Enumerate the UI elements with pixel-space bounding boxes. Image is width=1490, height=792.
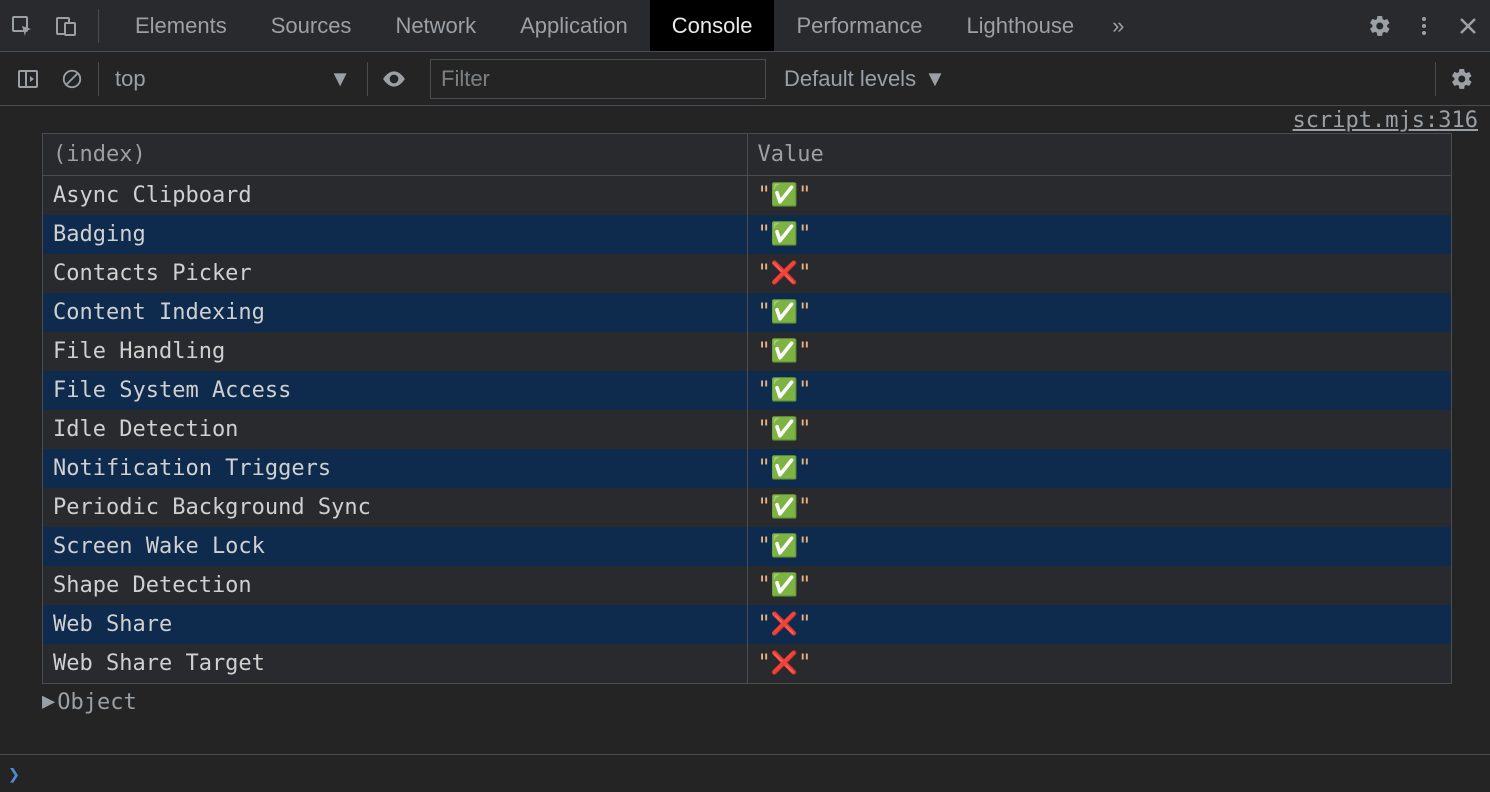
table-row[interactable]: Periodic Background Sync"✅" (43, 488, 1451, 527)
filter-input[interactable] (430, 59, 766, 99)
cell-index: Notification Triggers (43, 449, 747, 488)
cell-index: Content Indexing (43, 293, 747, 332)
clear-console-button[interactable] (50, 52, 94, 105)
tab-network[interactable]: Network (373, 0, 498, 51)
source-file: script.mjs (1293, 108, 1425, 133)
table-row[interactable]: Notification Triggers"✅" (43, 449, 1451, 488)
cell-index: Idle Detection (43, 410, 747, 449)
object-label: Object (57, 690, 136, 715)
divider (367, 62, 368, 96)
cell-index: File System Access (43, 371, 747, 410)
settings-button[interactable] (1358, 0, 1402, 52)
tab-label: Console (672, 13, 753, 39)
table-row[interactable]: Idle Detection"✅" (43, 410, 1451, 449)
cell-index: Web Share (43, 605, 747, 644)
cell-index: Screen Wake Lock (43, 527, 747, 566)
inspect-element-icon[interactable] (0, 0, 44, 52)
dots-vertical-icon (1412, 14, 1436, 38)
cell-value: "❌" (747, 254, 1451, 293)
tab-label: Sources (271, 13, 352, 39)
tab-label: Network (395, 13, 476, 39)
ban-icon (61, 68, 83, 90)
close-icon (1458, 16, 1478, 36)
object-expander[interactable]: ▶ Object (42, 690, 1452, 715)
cell-index: Async Clipboard (43, 176, 747, 216)
cell-index: Shape Detection (43, 566, 747, 605)
execution-context-selector[interactable]: top ▼ (103, 60, 363, 98)
cell-index: Web Share Target (43, 644, 747, 683)
chevron-down-icon: ▼ (924, 66, 946, 92)
toggle-console-sidebar-button[interactable] (6, 52, 50, 105)
more-tabs-button[interactable]: » (1096, 0, 1140, 51)
table-row[interactable]: File Handling"✅" (43, 332, 1451, 371)
table-row[interactable]: Badging"✅" (43, 215, 1451, 254)
cell-value: "✅" (747, 293, 1451, 332)
console-settings-button[interactable] (1440, 52, 1484, 105)
cell-value: "✅" (747, 332, 1451, 371)
console-body: script.mjs:316 (index) Value Async Clipb… (0, 106, 1490, 715)
console-table: (index) Value Async Clipboard"✅"Badging"… (42, 133, 1452, 684)
cell-value: "✅" (747, 371, 1451, 410)
cell-value: "✅" (747, 410, 1451, 449)
tab-label: Elements (135, 13, 227, 39)
gear-icon (1450, 67, 1474, 91)
tab-label: Application (520, 13, 628, 39)
tab-console[interactable]: Console (650, 0, 775, 51)
tab-label: Lighthouse (966, 13, 1074, 39)
live-expression-button[interactable] (372, 52, 416, 105)
col-value[interactable]: Value (747, 134, 1451, 176)
source-line: 316 (1438, 108, 1478, 133)
tab-application[interactable]: Application (498, 0, 650, 51)
table-row[interactable]: Contacts Picker"❌" (43, 254, 1451, 293)
tab-sources[interactable]: Sources (249, 0, 374, 51)
cell-value: "✅" (747, 215, 1451, 254)
cell-value: "✅" (747, 566, 1451, 605)
triangle-right-icon: ▶ (42, 689, 55, 714)
cell-value: "❌" (747, 605, 1451, 644)
console-toolbar: top ▼ Default levels ▼ (0, 52, 1490, 106)
console-prompt[interactable]: ❯ (0, 754, 1490, 792)
table-row[interactable]: Async Clipboard"✅" (43, 176, 1451, 216)
divider (98, 62, 99, 96)
table-row[interactable]: Content Indexing"✅" (43, 293, 1451, 332)
cell-index: Badging (43, 215, 747, 254)
chevron-down-icon: ▼ (329, 66, 351, 92)
prompt-caret-icon: ❯ (8, 762, 20, 786)
table-row[interactable]: Web Share Target"❌" (43, 644, 1451, 683)
panel-tabs: Elements Sources Network Application Con… (113, 0, 1140, 51)
levels-label: Default levels (784, 66, 916, 92)
cell-value: "✅" (747, 527, 1451, 566)
cell-value: "✅" (747, 449, 1451, 488)
col-index[interactable]: (index) (43, 134, 747, 176)
kebab-menu-button[interactable] (1402, 0, 1446, 52)
devtools-tabbar: Elements Sources Network Application Con… (0, 0, 1490, 52)
divider (98, 9, 99, 43)
close-devtools-button[interactable] (1446, 0, 1490, 52)
cell-value: "✅" (747, 488, 1451, 527)
tab-lighthouse[interactable]: Lighthouse (944, 0, 1096, 51)
table-row[interactable]: Screen Wake Lock"✅" (43, 527, 1451, 566)
source-link[interactable]: script.mjs:316 (1293, 108, 1478, 133)
cell-index: File Handling (43, 332, 747, 371)
tab-performance[interactable]: Performance (774, 0, 944, 51)
table-row[interactable]: Web Share"❌" (43, 605, 1451, 644)
tab-label: Performance (796, 13, 922, 39)
eye-icon (381, 66, 407, 92)
cell-value: "✅" (747, 176, 1451, 216)
chevron-double-right-icon: » (1112, 13, 1124, 39)
device-toolbar-icon[interactable] (44, 0, 88, 52)
cell-index: Periodic Background Sync (43, 488, 747, 527)
table-header-row: (index) Value (43, 134, 1451, 176)
message-origin: script.mjs:316 (0, 106, 1490, 133)
divider (1435, 62, 1436, 96)
table-row[interactable]: Shape Detection"✅" (43, 566, 1451, 605)
context-label: top (115, 66, 146, 92)
cell-index: Contacts Picker (43, 254, 747, 293)
gear-icon (1368, 14, 1392, 38)
cell-value: "❌" (747, 644, 1451, 683)
log-level-selector[interactable]: Default levels ▼ (784, 66, 946, 92)
sidebar-icon (16, 67, 40, 91)
table-row[interactable]: File System Access"✅" (43, 371, 1451, 410)
tab-elements[interactable]: Elements (113, 0, 249, 51)
